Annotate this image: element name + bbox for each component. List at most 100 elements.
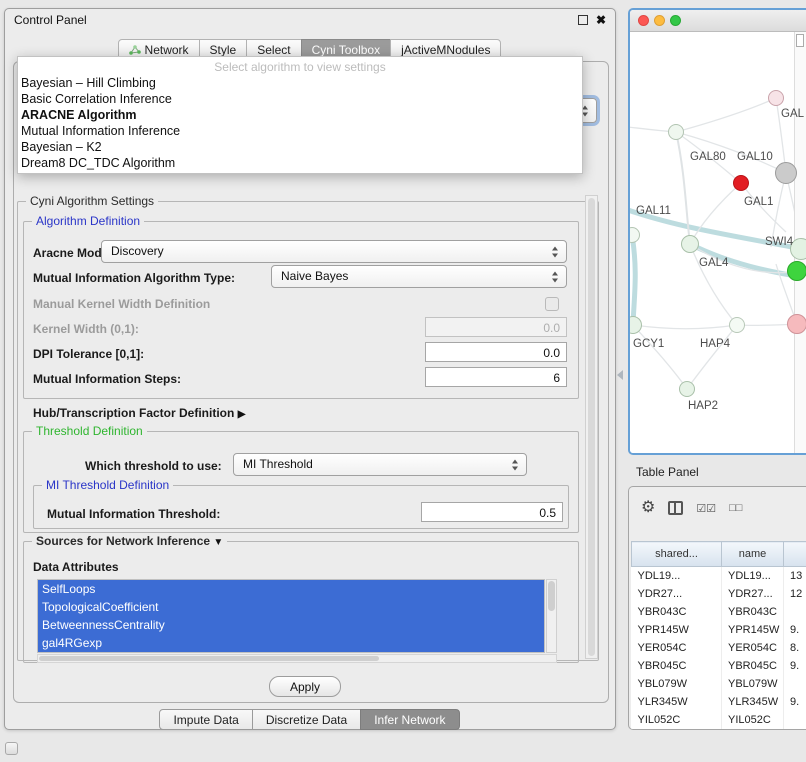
network-window-titlebar[interactable] [630, 10, 806, 32]
network-scroll-thumb[interactable] [796, 34, 804, 47]
which-threshold-combo[interactable]: MI Threshold [233, 453, 527, 476]
tab-infer-network[interactable]: Infer Network [360, 709, 459, 730]
table-toolbar: ⚙ ☑☑ □□ [641, 495, 742, 521]
table-cell[interactable]: YPR145W [722, 621, 784, 639]
table-cell[interactable] [784, 603, 806, 621]
combo-arrows-icon [552, 246, 559, 257]
table-cell[interactable]: YIL052C [722, 711, 784, 729]
column-header-col3[interactable] [784, 542, 806, 567]
table-cell[interactable]: YBL079W [722, 675, 784, 693]
close-traffic-icon[interactable] [638, 15, 649, 26]
table-cell[interactable]: 8. [784, 639, 806, 657]
network-node[interactable] [787, 314, 806, 334]
algorithm-option-dream8-dc-tdc-algorithm[interactable]: Dream8 DC_TDC Algorithm [18, 155, 582, 171]
page: Control Panel ✖ NetworkStyleSelectCyni T… [0, 0, 806, 762]
network-node[interactable] [668, 124, 684, 140]
settings-scrollbar[interactable] [585, 195, 598, 659]
show-columns-icon[interactable]: ☑☑ [696, 502, 716, 515]
gear-icon[interactable]: ⚙ [641, 500, 655, 516]
attribute-item-topologicalcoefficient[interactable]: TopologicalCoefficient [38, 598, 544, 616]
minimized-panel-icon[interactable] [5, 742, 18, 755]
table-cell[interactable]: YBR045C [632, 657, 722, 675]
network-node[interactable] [775, 162, 797, 184]
attr-list-vscrollbar[interactable] [546, 579, 557, 653]
mi-type-combo[interactable]: Naive Bayes [271, 265, 567, 288]
table-cell[interactable]: YBR043C [632, 603, 722, 621]
tab-discretize-data[interactable]: Discretize Data [252, 709, 361, 730]
splitter-collapse-icon[interactable] [617, 370, 623, 380]
table-cell[interactable]: YDL19... [632, 567, 722, 586]
hub-section-text: Hub/Transcription Factor Definition [33, 406, 234, 420]
network-node[interactable] [733, 175, 749, 191]
table-cell[interactable]: YER054C [632, 639, 722, 657]
network-canvas[interactable]: GALGAL80GAL10GAL11GAL1SWI4GAL4GCY1HAP4HA… [630, 32, 806, 453]
table-cell[interactable]: YIL052C [632, 711, 722, 729]
close-icon[interactable]: ✖ [596, 15, 606, 25]
attribute-item-selfloops[interactable]: SelfLoops [38, 580, 544, 598]
algorithm-option-bayesian-hill-climbing[interactable]: Bayesian – Hill Climbing [18, 75, 582, 91]
mi-threshold-field[interactable]: 0.5 [421, 502, 563, 522]
tab-label: Select [257, 43, 290, 57]
manual-kernel-checkbox[interactable] [545, 297, 559, 311]
column-header-name[interactable]: name [722, 542, 784, 567]
attribute-item-betweennesscentrality[interactable]: BetweennessCentrality [38, 616, 544, 634]
table-cell[interactable]: YBR045C [722, 657, 784, 675]
hide-columns-icon[interactable]: □□ [729, 502, 742, 514]
sources-group-title[interactable]: Sources for Network Inference ▼ [32, 534, 227, 548]
columns-icon[interactable] [668, 501, 683, 515]
zoom-traffic-icon[interactable] [670, 15, 681, 26]
node-label-hap4: HAP4 [700, 338, 730, 350]
table-cell[interactable]: YBL079W [632, 675, 722, 693]
table-cell[interactable]: YER054C [722, 639, 784, 657]
table-cell[interactable]: YPR145W [632, 621, 722, 639]
attribute-item-gal4rgexp[interactable]: gal4RGexp [38, 634, 544, 652]
network-node[interactable] [787, 261, 806, 281]
table-row: YDR27...YDR27...12 [632, 585, 806, 603]
table-cell[interactable] [784, 675, 806, 693]
dpi-tolerance-field[interactable]: 0.0 [425, 342, 567, 362]
network-node[interactable] [768, 90, 784, 106]
table-cell[interactable]: YLR345W [722, 693, 784, 711]
table-cell[interactable]: 9. [784, 621, 806, 639]
table-cell[interactable]: 12 [784, 585, 806, 603]
table-cell[interactable]: YDR27... [632, 585, 722, 603]
combo-arrows-icon [582, 105, 589, 116]
algorithm-option-mutual-information-inference[interactable]: Mutual Information Inference [18, 123, 582, 139]
minimize-traffic-icon[interactable] [654, 15, 665, 26]
aracne-mode-combo[interactable]: Discovery [101, 240, 567, 263]
column-header-shared[interactable]: shared... [632, 542, 722, 567]
data-attributes-list[interactable]: SelfLoopsTopologicalCoefficientBetweenne… [37, 579, 545, 653]
node-label-gal10: GAL10 [737, 151, 773, 163]
table-cell[interactable]: YLR345W [632, 693, 722, 711]
hub-section-label[interactable]: Hub/Transcription Factor Definition ▶ [33, 406, 245, 420]
table-cell[interactable]: 9. [784, 693, 806, 711]
float-window-icon[interactable] [578, 15, 588, 25]
node-label-gcy1: GCY1 [633, 338, 664, 350]
algorithm-option-aracne-algorithm[interactable]: ARACNE Algorithm [18, 107, 582, 123]
attr-list-hscrollbar[interactable] [37, 654, 557, 663]
table-cell[interactable]: YDR27... [722, 585, 784, 603]
algorithm-definition-title: Algorithm Definition [32, 214, 144, 228]
control-panel-titlebar[interactable]: Control Panel ✖ [5, 9, 615, 31]
network-node[interactable] [679, 381, 695, 397]
apply-button[interactable]: Apply [269, 676, 341, 697]
tab-label: jActiveMNodules [401, 43, 490, 57]
algorithm-option-basic-correlation-inference[interactable]: Basic Correlation Inference [18, 91, 582, 107]
tab-impute-data[interactable]: Impute Data [159, 709, 252, 730]
table-cell[interactable]: 13 [784, 567, 806, 586]
network-node[interactable] [729, 317, 745, 333]
network-view-window[interactable]: GALGAL80GAL10GAL11GAL1SWI4GAL4GCY1HAP4HA… [628, 8, 806, 455]
table-cell[interactable]: YBR043C [722, 603, 784, 621]
table-panel-dock: Table Panel ⚙ ☑☑ □□ shared...name YDL19.… [628, 462, 806, 730]
expanded-arrow-icon: ▼ [213, 537, 223, 548]
table-cell[interactable]: 9. [784, 657, 806, 675]
kernel-width-field[interactable]: 0.0 [425, 317, 567, 337]
table-cell[interactable] [784, 711, 806, 729]
algorithm-option-bayesian-k2[interactable]: Bayesian – K2 [18, 139, 582, 155]
network-node[interactable] [681, 235, 699, 253]
aracne-mode-value: Discovery [111, 244, 164, 258]
mi-steps-field[interactable]: 6 [425, 367, 567, 387]
table-row: YER054CYER054C8. [632, 639, 806, 657]
table-cell[interactable]: YDL19... [722, 567, 784, 586]
combo-arrows-icon [552, 271, 559, 282]
